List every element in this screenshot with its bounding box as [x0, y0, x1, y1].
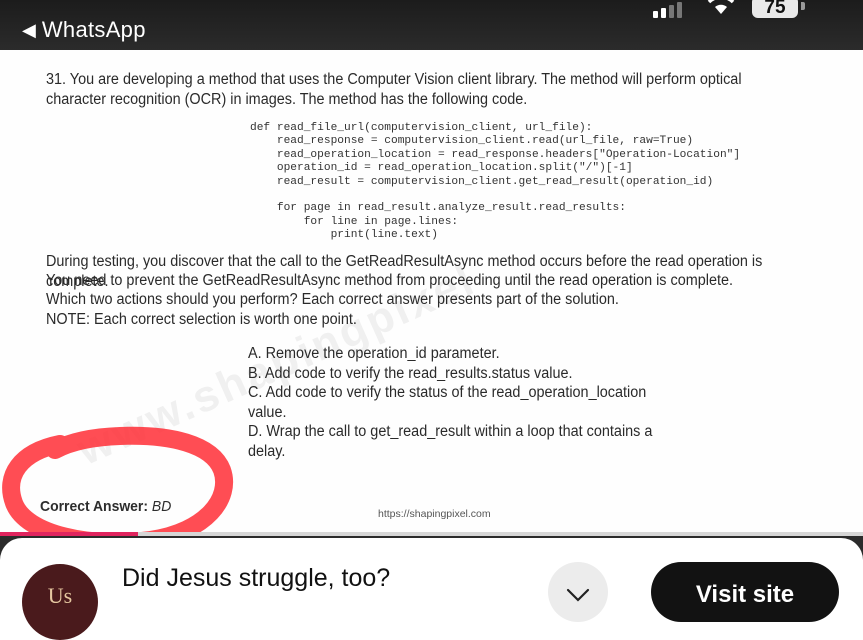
visit-site-button[interactable]: Visit site — [651, 562, 839, 622]
code-line: for page in read_result.analyze_result.r… — [250, 202, 626, 215]
correct-answer-label: Correct Answer: — [40, 498, 149, 515]
code-line: read_operation_location = read_response.… — [250, 148, 741, 161]
battery-nub — [801, 2, 805, 10]
note-paragraph: NOTE: Each correct selection is worth on… — [46, 311, 357, 328]
question-text: 31. You are developing a method that use… — [46, 71, 742, 108]
ad-close-button[interactable] — [548, 562, 608, 622]
back-arrow-icon: ◀ — [22, 20, 36, 40]
option-a: A. Remove the operation_id parameter. — [248, 345, 500, 362]
status-bar: ◀ WhatsApp 75 — [0, 0, 863, 50]
source-url: https://shapingpixel.com — [378, 508, 491, 520]
prompt-paragraph: Which two actions should you perform? Ea… — [46, 291, 619, 308]
code-line: for line in page.lines: — [250, 215, 459, 228]
code-line: print(line.text) — [250, 229, 438, 242]
option-d: D. Wrap the call to get_read_result with… — [248, 423, 653, 460]
correct-answer-value: BD — [151, 498, 172, 515]
code-block: def read_file_url(computervision_client,… — [250, 122, 740, 243]
code-line: read_response = computervision_client.re… — [250, 135, 694, 148]
option-c: C. Add code to verify the status of the … — [248, 384, 647, 421]
cellular-signal-icon — [653, 2, 682, 18]
question-document: www.shapingpixel 31. You are developing … — [0, 50, 863, 534]
answer-options: A. Remove the operation_id parameter. B.… — [248, 344, 657, 461]
code-line: operation_id = read_operation_location.s… — [250, 162, 633, 175]
code-line: read_result = computervision_client.get_… — [250, 175, 714, 188]
code-line: def read_file_url(computervision_client,… — [250, 122, 593, 134]
battery-icon: 75 — [752, 0, 798, 18]
ad-card[interactable]: Us Did Jesus struggle, too? Visit site — [0, 538, 863, 640]
back-to-whatsapp-button[interactable]: ◀ WhatsApp — [22, 17, 146, 43]
wifi-icon — [707, 0, 735, 14]
ad-title[interactable]: Did Jesus struggle, too? — [122, 564, 390, 593]
option-b: B. Add code to verify the read_results.s… — [248, 364, 573, 382]
code-line: ​ — [250, 189, 740, 202]
ad-banner: Us Did Jesus struggle, too? Visit site — [0, 536, 863, 640]
back-label: WhatsApp — [41, 17, 146, 42]
need-paragraph: You need to prevent the GetReadResultAsy… — [46, 272, 734, 289]
correct-answer: Correct Answer: BD — [40, 498, 171, 515]
ad-logo: Us — [22, 564, 98, 640]
